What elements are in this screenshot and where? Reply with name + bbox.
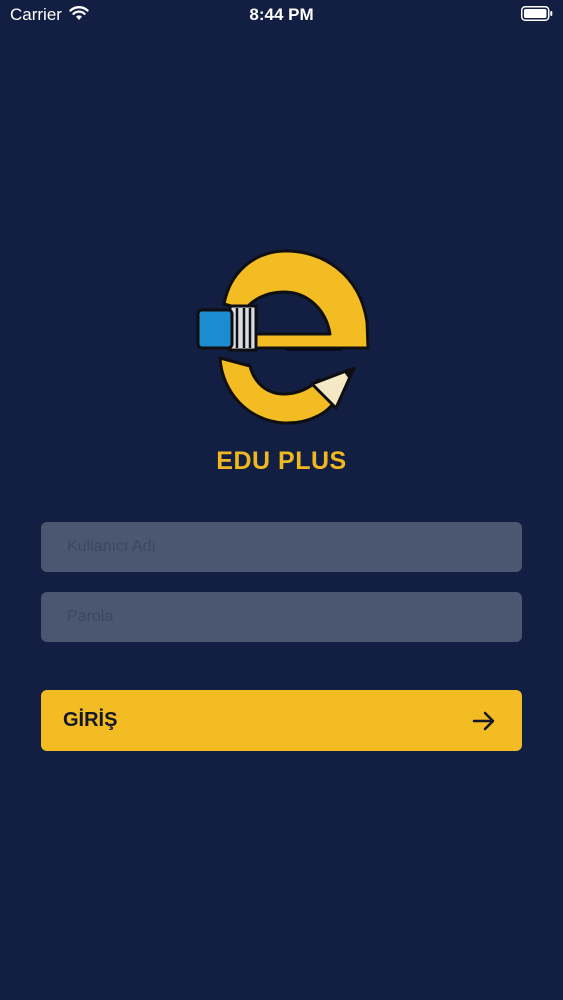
clock-time: 8:44 PM [249, 5, 314, 24]
arrow-right-icon [472, 711, 495, 731]
login-button[interactable]: GİRİŞ [41, 690, 522, 751]
app-title: EDU PLUS [216, 447, 347, 475]
username-input[interactable] [41, 522, 522, 572]
login-button-label: GİRİŞ [63, 709, 118, 731]
password-input[interactable] [41, 592, 522, 642]
battery-icon [521, 6, 553, 21]
status-bar: Carrier 8:44 PM [0, 0, 563, 30]
pencil-e-logo-icon [196, 249, 370, 425]
